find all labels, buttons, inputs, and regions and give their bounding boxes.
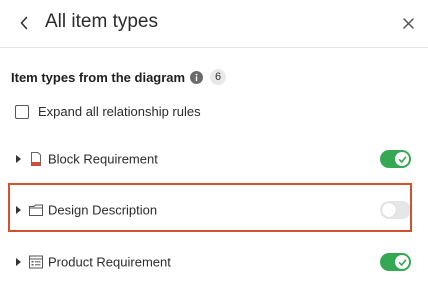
product-requirement-icon xyxy=(29,255,43,269)
close-button[interactable] xyxy=(399,14,417,32)
count-badge: 6 xyxy=(210,69,227,85)
item-type-row-block-requirement: Block Requirement xyxy=(0,144,428,174)
expand-all-checkbox[interactable] xyxy=(15,104,29,119)
item-type-toggle[interactable] xyxy=(380,150,411,168)
checkmark-icon xyxy=(398,155,406,163)
caret-right-icon xyxy=(15,258,21,266)
item-type-toggle[interactable] xyxy=(380,253,411,271)
item-type-label: Block Requirement xyxy=(48,151,158,167)
toggle-knob xyxy=(395,152,409,166)
page-title: All item types xyxy=(45,11,158,32)
chevron-left-icon xyxy=(20,16,28,30)
toggle-knob xyxy=(395,255,409,269)
expand-all-checkbox-row[interactable]: Expand all relationship rules xyxy=(15,104,201,119)
back-button[interactable] xyxy=(14,12,34,34)
item-type-label: Product Requirement xyxy=(48,254,171,270)
expand-caret[interactable] xyxy=(14,257,22,267)
checkmark-icon xyxy=(398,258,406,266)
info-icon[interactable] xyxy=(190,70,204,84)
panel-header: All item types xyxy=(0,0,428,48)
highlight-box xyxy=(8,183,412,232)
block-requirement-icon xyxy=(31,152,41,166)
caret-right-icon xyxy=(15,155,21,163)
header-divider xyxy=(0,47,428,48)
item-type-row-product-requirement: Product Requirement xyxy=(0,247,428,277)
expand-all-label: Expand all relationship rules xyxy=(38,104,201,119)
expand-caret[interactable] xyxy=(14,154,22,164)
close-icon xyxy=(402,17,414,29)
section-heading: Item types from the diagram 6 xyxy=(11,69,227,85)
section-title: Item types from the diagram xyxy=(11,69,186,85)
